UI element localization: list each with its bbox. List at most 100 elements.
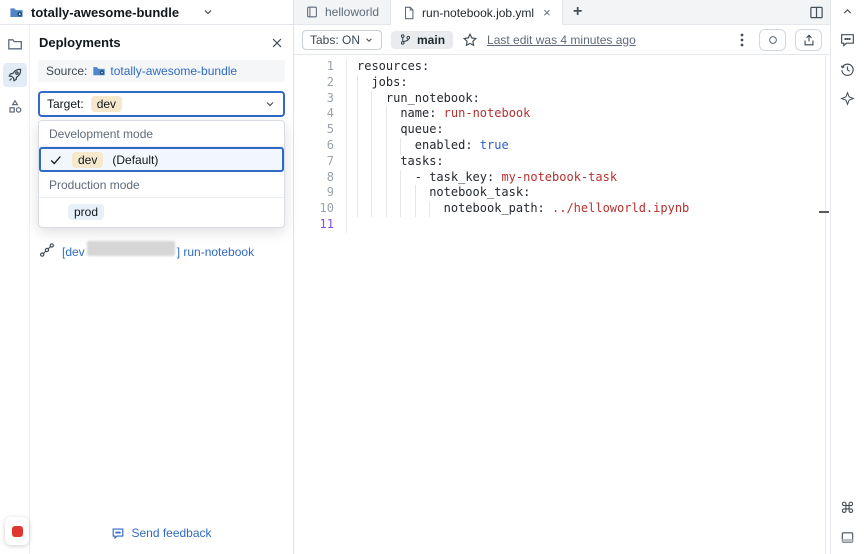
right-icon-rail: ⌘ [830,0,864,554]
code-row[interactable]: 2 jobs: [294,74,830,91]
check-icon [49,153,63,167]
close-icon[interactable] [270,36,284,50]
sidebar-item-deployments[interactable] [2,63,27,87]
kebab-menu-icon[interactable] [734,32,750,48]
code-row[interactable]: 10 notebook_path: ../helloworld.ipynb [294,201,830,217]
app-window: totally-awesome-bundle Deployments Sourc… [0,0,864,554]
target-select[interactable]: Target: dev [38,91,285,117]
code-line: run_notebook: [346,90,480,107]
code-line: queue: [346,122,444,138]
dropdown-item-prod[interactable]: prod [39,198,284,220]
code-line: tasks: [346,153,444,170]
redacted-username [86,241,175,256]
rocket-icon [7,67,23,83]
job-suffix: ] run-notebook [176,245,255,259]
overview-ruler [825,55,826,554]
sidebar-item-folder[interactable] [3,32,27,56]
indent-guide [371,106,385,123]
source-bundle-link[interactable]: totally-awesome-bundle [92,64,237,78]
left-body: Deployments Source: totally-awesome-bund… [0,25,293,554]
share-button[interactable] [795,28,822,51]
git-branch-chip[interactable]: main [391,30,454,49]
code-row[interactable]: 1 resources: [294,59,830,75]
split-editor-button[interactable] [802,0,830,24]
panel-title: Deployments [39,35,121,50]
code-row[interactable]: 8 - task_key: my-notebook-task [294,169,830,186]
code-token: run-notebook [443,106,531,121]
code-line: name: run-notebook [346,106,531,123]
code-line: jobs: [346,74,408,91]
line-number: 9 [326,185,334,200]
code-row[interactable]: 9 notebook_task: [294,185,830,202]
folder-icon [7,36,23,52]
tab-run-notebook-job-yml[interactable]: run-notebook.job.yml × [391,0,563,25]
indent-guide [385,201,400,217]
last-edit-link[interactable]: Last edit was 4 minutes ago [487,33,636,47]
deployed-job-link[interactable]: [dev ] run-notebook [62,241,254,259]
file-icon [402,6,416,20]
job-prefix: [dev [62,245,85,259]
schedule-status-button[interactable] [759,28,786,51]
target-value-badge: dev [90,96,123,112]
indent-guide [371,122,385,138]
indent-guide [371,169,385,186]
code-row[interactable]: 11 [294,216,830,233]
tab-helloworld[interactable]: helloworld [294,0,392,24]
indent-guide [357,137,371,154]
left-column: totally-awesome-bundle Deployments Sourc… [0,0,294,554]
indent-guide [385,106,400,123]
collapse-chevron-up-icon[interactable] [841,5,854,18]
code-token: ../helloworld.ipynb [552,201,690,216]
line-number: 7 [326,153,334,168]
chevron-down-icon[interactable] [202,6,214,18]
panel-header: Deployments [38,30,285,60]
source-label: Source: [46,64,88,78]
indent-guide [414,185,429,202]
code-row[interactable]: 3 run_notebook: [294,90,830,107]
indent-guide [385,137,400,154]
indent-guide [400,185,414,202]
recording-indicator-chip[interactable] [5,517,29,545]
indent-guide [385,153,400,170]
dropdown-item-dev[interactable]: dev (Default) [39,147,284,172]
code-line: resources: [346,59,429,75]
chevron-down-icon [366,37,372,42]
indent-guide [400,137,414,154]
shortcuts-command-icon[interactable]: ⌘ [840,499,855,517]
tabs-toggle-chip[interactable]: Tabs: ON [302,29,383,50]
code-line: - task_key: my-notebook-task [346,169,618,186]
code-token: enabled: [414,137,480,152]
target-label: Target: [47,97,84,111]
comments-icon[interactable] [839,31,856,48]
code-row[interactable]: 7 tasks: [294,153,830,170]
line-number: 8 [326,169,334,184]
favorite-star-icon[interactable] [462,32,478,48]
assistant-sparkle-icon[interactable] [840,91,855,106]
indent-guide [414,201,429,217]
code-editor[interactable]: 1 resources: 2 jobs: 3 run_notebook: 4 name: ru… [294,55,830,554]
tab-label: run-notebook.job.yml [422,5,535,20]
workflow-icon [39,242,55,258]
code-token: my-notebook-task [501,169,618,184]
send-feedback-link[interactable]: Send feedback [30,526,293,540]
bottom-panel-toggle-icon[interactable] [840,530,855,545]
history-icon[interactable] [839,61,856,78]
tab-close-icon[interactable]: × [543,6,551,19]
code-row[interactable]: 4 name: run-notebook [294,106,830,123]
code-token: notebook_task: [429,185,531,200]
bundle-header[interactable]: totally-awesome-bundle [0,0,293,25]
sidebar-item-resources[interactable] [3,94,27,118]
dropdown-section-header: Development mode [39,121,284,147]
new-tab-button[interactable]: + [563,0,593,24]
resources-icon [7,98,23,114]
code-line [346,216,357,233]
indent-guide [357,122,371,138]
scrollbar-cursor-marker [819,211,829,213]
dev-badge: dev [72,151,104,168]
chevron-down-icon [264,98,276,110]
line-number: 10 [319,201,334,216]
code-row[interactable]: 6 enabled: true [294,137,830,154]
record-icon [11,525,23,537]
code-token: - task_key: [414,169,502,184]
code-row[interactable]: 5 queue: [294,122,830,138]
